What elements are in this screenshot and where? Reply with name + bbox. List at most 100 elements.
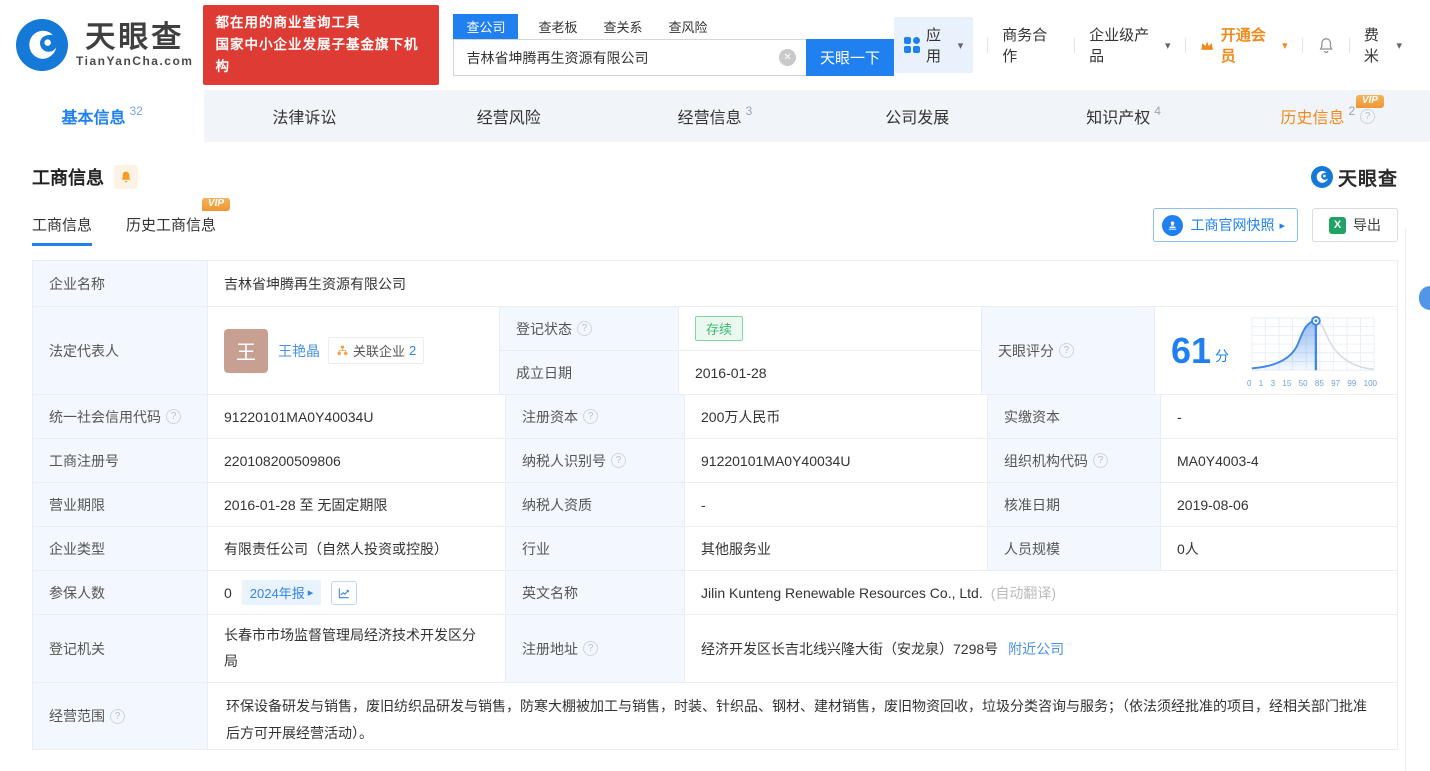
reg-capital-value: 200万人民币 xyxy=(685,395,988,438)
company-tab-bar: 基本信息32 法律诉讼 经营风险 经营信息3 公司发展 知识产权4 VIP 历史… xyxy=(0,90,1430,142)
brand-name: 天眼查 xyxy=(76,22,193,54)
stamp-icon xyxy=(1162,215,1183,236)
search-tab-boss[interactable]: 查老板 xyxy=(538,14,577,39)
notification-bell-icon[interactable] xyxy=(1317,36,1335,55)
tab-basic-info[interactable]: 基本信息32 xyxy=(0,90,204,142)
field-label: 登记状态 ? xyxy=(500,307,679,350)
official-snapshot-button[interactable]: 工商官网快照 ▸ xyxy=(1153,208,1298,242)
promo-banner: 都在用的商业查询工具 国家中小企业发展子基金旗下机构 xyxy=(203,5,439,86)
search-tab-risk[interactable]: 查风险 xyxy=(669,14,708,39)
tianyancha-logo-icon xyxy=(16,19,68,71)
company-type-value: 有限责任公司（自然人投资或控股） xyxy=(208,527,506,570)
org-chart-icon xyxy=(336,344,349,357)
page: 天眼查 TianYanCha.com 都在用的商业查询工具 国家中小企业发展子基… xyxy=(0,0,1430,771)
question-icon[interactable]: ? xyxy=(1059,343,1074,358)
site-logo[interactable]: 天眼查 TianYanCha.com xyxy=(16,19,193,71)
vip-badge: VIP xyxy=(202,198,230,211)
tab-company-development[interactable]: 公司发展 xyxy=(817,90,1021,142)
table-row: 法定代表人 王 王艳晶 关联企业 2 登记状态 ? xyxy=(33,307,1397,395)
subscribe-bell-button[interactable] xyxy=(114,165,138,189)
tianyan-score[interactable]: 61 分 xyxy=(1171,333,1229,369)
enterprise-products-menu[interactable]: 企业级产品 ▾ xyxy=(1089,24,1170,66)
field-label: 成立日期 xyxy=(500,351,679,394)
field-label: 经营范围 ? xyxy=(33,683,208,749)
field-label: 纳税人识别号 ? xyxy=(506,439,685,482)
field-label: 法定代表人 xyxy=(33,307,208,394)
search-tab-company[interactable]: 查公司 xyxy=(453,14,518,39)
trend-chart-icon xyxy=(337,586,351,600)
table-row: 统一社会信用代码 ? 91220101MA0Y40034U 注册资本 ? 200… xyxy=(33,395,1397,439)
username: 费米 xyxy=(1364,24,1393,66)
promo-line-1: 都在用的商业查询工具 xyxy=(215,12,427,34)
paid-capital-value: - xyxy=(1161,395,1397,438)
field-label: 组织机构代码 ? xyxy=(988,439,1161,482)
status-badge: 存续 xyxy=(695,316,743,341)
field-label: 参保人数 xyxy=(33,571,208,614)
subtab-history-registration[interactable]: VIP 历史工商信息 xyxy=(126,214,216,246)
content-divider xyxy=(1405,228,1406,771)
field-label: 纳税人资质 xyxy=(506,483,685,526)
org-code-value: MA0Y4003-4 xyxy=(1161,439,1397,482)
insured-count-value: 0 xyxy=(224,585,232,601)
field-label: 登记机关 xyxy=(33,615,208,682)
chevron-down-icon: ▾ xyxy=(1165,39,1171,52)
question-icon[interactable]: ? xyxy=(611,453,626,468)
business-scope-value: 环保设备研发与销售，废旧纺织品研发与销售，防寒大棚被加工与销售，时装、针织品、钢… xyxy=(208,683,1397,749)
header: 天眼查 TianYanCha.com 都在用的商业查询工具 国家中小企业发展子基… xyxy=(0,0,1430,90)
field-label: 工商注册号 xyxy=(33,439,208,482)
field-label: 行业 xyxy=(506,527,685,570)
question-icon[interactable]: ? xyxy=(577,321,592,336)
field-label: 企业名称 xyxy=(33,261,208,306)
promo-line-2: 国家中小企业发展子基金旗下机构 xyxy=(215,34,427,79)
table-row: 营业期限 2016-01-28 至 无固定期限 纳税人资质 - 核准日期 201… xyxy=(33,483,1397,527)
legal-rep-avatar[interactable]: 王 xyxy=(224,329,268,373)
related-companies-badge[interactable]: 关联企业 2 xyxy=(328,337,424,364)
tab-business-info[interactable]: 经营信息3 xyxy=(613,90,817,142)
user-menu[interactable]: 费米 ▾ xyxy=(1364,24,1402,66)
search-tab-relation[interactable]: 查关系 xyxy=(604,14,643,39)
score-distribution-chart: 0131550859799100 xyxy=(1243,314,1381,388)
insured-trend-button[interactable] xyxy=(331,581,357,605)
tab-history-info[interactable]: VIP 历史信息2 ? xyxy=(1226,90,1430,142)
bell-icon xyxy=(119,170,133,184)
question-icon[interactable]: ? xyxy=(583,641,598,656)
clear-search-icon[interactable]: ✕ xyxy=(779,49,796,66)
search-button[interactable]: 天眼一下 xyxy=(806,39,894,76)
question-icon[interactable]: ? xyxy=(1093,453,1108,468)
nearby-companies-link[interactable]: 附近公司 xyxy=(1008,639,1064,659)
tab-legal-proceedings[interactable]: 法律诉讼 xyxy=(204,90,408,142)
brand-domain: TianYanCha.com xyxy=(76,54,193,68)
question-icon[interactable]: ? xyxy=(1360,109,1375,124)
question-icon[interactable]: ? xyxy=(110,709,125,724)
crown-icon xyxy=(1199,37,1215,54)
tab-intellectual-property[interactable]: 知识产权4 xyxy=(1021,90,1225,142)
tab-operational-risk[interactable]: 经营风险 xyxy=(409,90,613,142)
export-button[interactable]: X 导出 xyxy=(1312,208,1398,242)
open-vip-menu[interactable]: 开通会员 ▾ xyxy=(1199,24,1287,66)
reg-number-value: 220108200509806 xyxy=(208,439,506,482)
score-axis: 0131550859799100 xyxy=(1243,379,1381,388)
taxpayer-id-value: 91220101MA0Y40034U xyxy=(685,439,988,482)
annual-report-badge[interactable]: 2024年报 ▸ xyxy=(242,580,321,605)
subtab-business-registration[interactable]: 工商信息 xyxy=(32,214,92,246)
field-label: 营业期限 xyxy=(33,483,208,526)
auto-translate-note: (自动翻译) xyxy=(991,583,1056,603)
field-label: 注册地址 ? xyxy=(506,615,685,682)
arrow-right-icon: ▸ xyxy=(308,586,314,599)
table-row: 参保人数 0 2024年报 ▸ 英文名称 Jilin Kunteng Renew… xyxy=(33,571,1397,615)
apps-menu[interactable]: 应用 ▾ xyxy=(894,17,973,73)
excel-icon: X xyxy=(1329,217,1346,234)
arrow-right-icon: ▸ xyxy=(1279,219,1285,232)
company-name-value: 吉林省坤腾再生资源有限公司 xyxy=(208,261,1397,306)
question-icon[interactable]: ? xyxy=(583,409,598,424)
tianyancha-logo-icon xyxy=(1311,166,1333,188)
question-icon[interactable]: ? xyxy=(166,409,181,424)
field-label: 核准日期 xyxy=(988,483,1161,526)
business-cooperation-link[interactable]: 商务合作 xyxy=(1002,24,1060,66)
field-label: 统一社会信用代码 ? xyxy=(33,395,208,438)
search-input[interactable] xyxy=(466,50,779,66)
chevron-down-icon: ▾ xyxy=(958,39,964,52)
legal-rep-link[interactable]: 王艳晶 xyxy=(278,341,320,361)
top-navigation: 应用 ▾ 商务合作 企业级产品 ▾ 开通会员 ▾ 费米 ▾ xyxy=(894,17,1402,73)
field-label: 注册资本 ? xyxy=(506,395,685,438)
